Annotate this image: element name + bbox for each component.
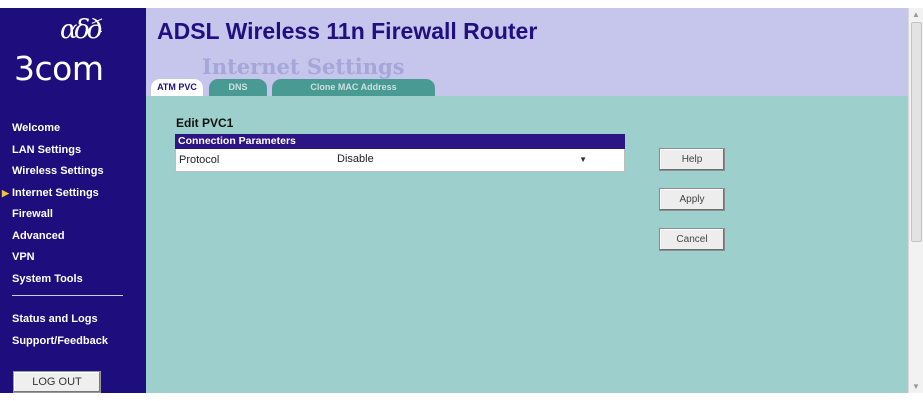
- apply-button[interactable]: Apply: [659, 188, 725, 211]
- tab-dns[interactable]: DNS: [209, 79, 267, 96]
- sidebar-item-internet-settings[interactable]: ▶ Internet Settings: [0, 183, 146, 205]
- protocol-select[interactable]: Disable ▼: [333, 152, 587, 167]
- sidebar-item-lan-settings[interactable]: LAN Settings: [0, 140, 146, 162]
- section-header: Connection Parameters: [175, 134, 625, 149]
- selected-arrow-icon: ▶: [2, 187, 9, 198]
- tab-atm-pvc[interactable]: ATM PVC: [151, 79, 203, 96]
- sidebar-item-label: Advanced: [12, 229, 65, 242]
- sidebar-item-label: VPN: [12, 251, 35, 263]
- logo-mark-icon: ɑδð.: [60, 15, 103, 45]
- header: ADSL Wireless 11n Firewall Router Intern…: [146, 8, 908, 96]
- tab-clone-mac-address[interactable]: Clone MAC Address: [272, 79, 435, 96]
- sidebar-item-firewall[interactable]: Firewall: [0, 204, 146, 226]
- main-content: Edit PVC1 Connection Parameters Protocol…: [146, 96, 908, 393]
- sidebar: ɑδð. 3com Welcome LAN Settings Wireless …: [0, 8, 146, 393]
- app-title: ADSL Wireless 11n Firewall Router: [157, 18, 538, 44]
- sidebar-item-vpn[interactable]: VPN: [0, 247, 146, 269]
- scroll-up-icon[interactable]: ▲: [912, 10, 920, 19]
- sidebar-item-label: Support/Feedback: [12, 334, 108, 347]
- logout-button[interactable]: LOG OUT: [13, 371, 101, 393]
- scroll-down-icon[interactable]: ▼: [912, 382, 920, 391]
- sidebar-item-wireless-settings[interactable]: Wireless Settings: [0, 161, 146, 183]
- connection-parameters-table: Connection Parameters Protocol Disable ▼: [175, 134, 625, 172]
- sidebar-nav-secondary: Status and Logs Support/Feedback: [0, 309, 146, 352]
- sidebar-nav: Welcome LAN Settings Wireless Settings ▶…: [0, 118, 146, 290]
- sidebar-item-label: Welcome: [12, 122, 61, 134]
- protocol-label: Protocol: [179, 154, 220, 166]
- sidebar-item-label: Internet Settings: [12, 186, 99, 199]
- help-button[interactable]: Help: [659, 148, 725, 171]
- brand-name: 3com: [14, 49, 104, 88]
- edit-title: Edit PVC1: [176, 116, 234, 130]
- scrollbar[interactable]: ▲ ▼: [908, 8, 923, 393]
- sidebar-item-support-feedback[interactable]: Support/Feedback: [0, 331, 146, 353]
- sidebar-item-label: LAN Settings: [12, 143, 82, 156]
- sidebar-item-status-and-logs[interactable]: Status and Logs: [0, 309, 146, 331]
- protocol-value: Disable: [337, 153, 374, 165]
- brand-logo: ɑδð. 3com: [0, 8, 146, 103]
- scroll-thumb[interactable]: [911, 22, 922, 242]
- sidebar-item-system-tools[interactable]: System Tools: [0, 269, 146, 291]
- sidebar-item-label: Firewall: [12, 208, 53, 220]
- sidebar-item-welcome[interactable]: Welcome: [0, 118, 146, 140]
- protocol-row: Protocol Disable ▼: [175, 149, 625, 172]
- sidebar-item-label: Status and Logs: [12, 313, 98, 325]
- sidebar-item-label: Wireless Settings: [12, 165, 104, 177]
- sidebar-item-label: System Tools: [12, 272, 83, 285]
- sidebar-divider: [12, 295, 123, 296]
- cancel-button[interactable]: Cancel: [659, 228, 725, 251]
- chevron-down-icon: ▼: [579, 155, 587, 164]
- sidebar-item-advanced[interactable]: Advanced: [0, 226, 146, 248]
- page-title: Internet Settings: [202, 54, 405, 79]
